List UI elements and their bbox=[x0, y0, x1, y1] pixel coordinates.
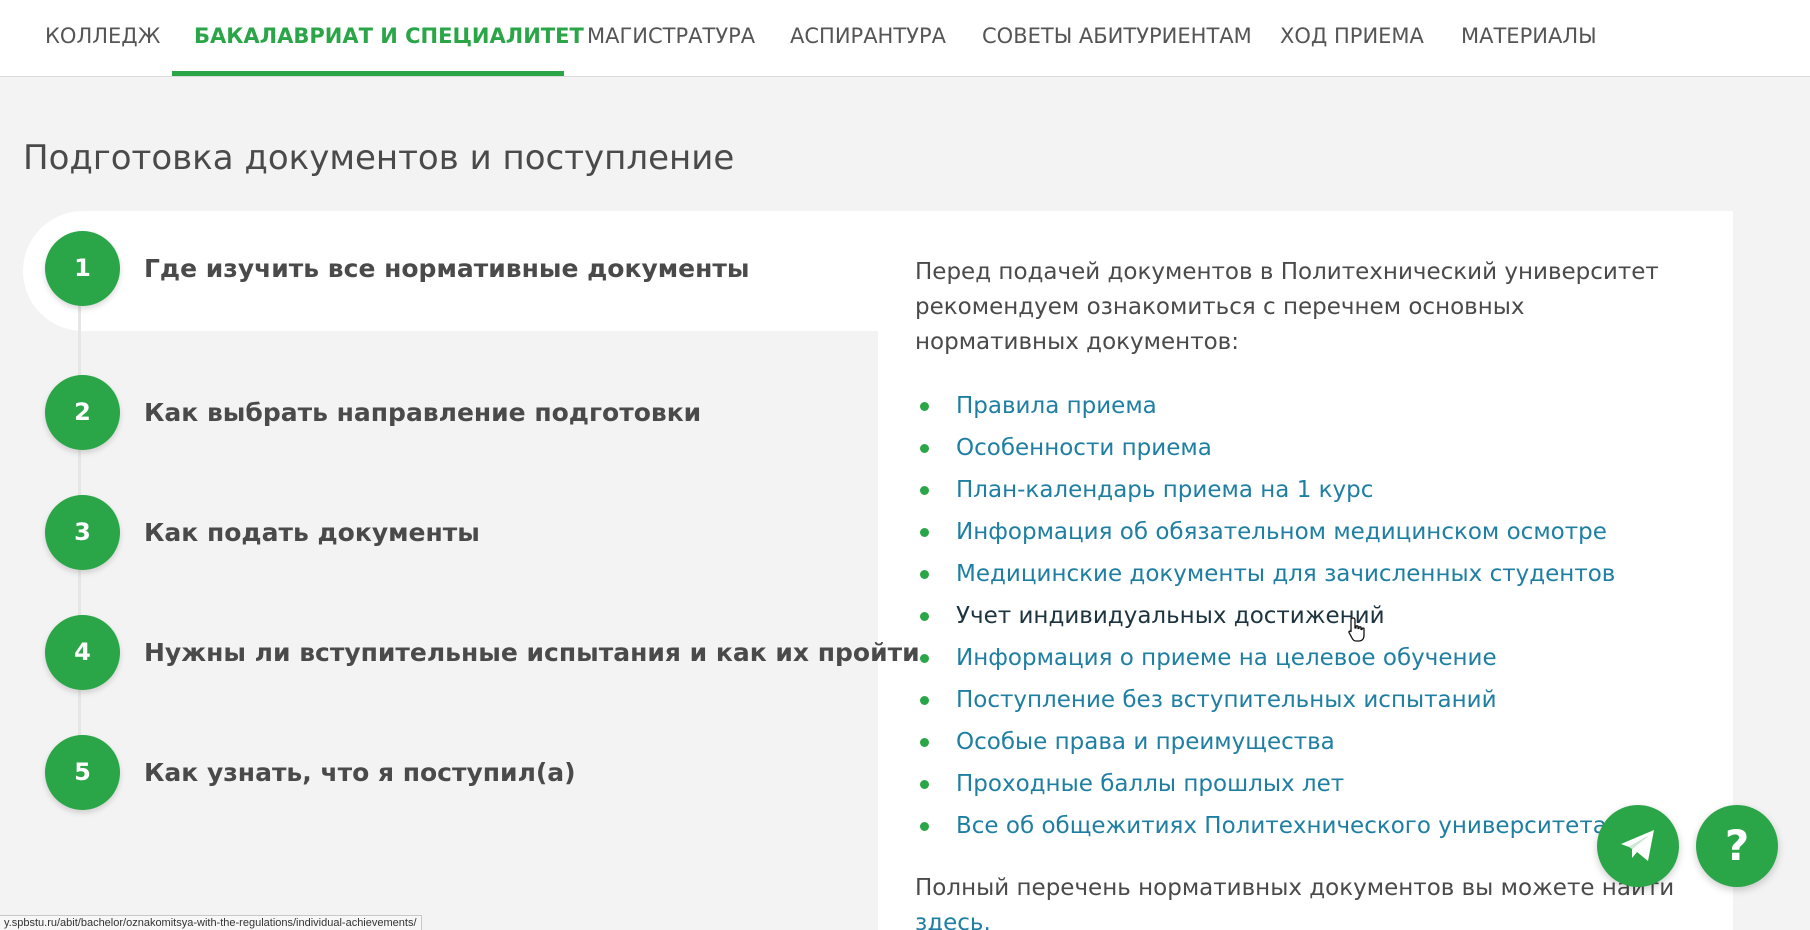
list-item: Информация о приеме на целевое обучение bbox=[918, 637, 1615, 679]
help-button[interactable]: ? bbox=[1696, 805, 1778, 887]
page-title: Подготовка документов и поступление bbox=[23, 138, 735, 178]
step-2[interactable]: 2 Как выбрать направление подготовки bbox=[45, 375, 875, 450]
bullet-icon bbox=[920, 612, 929, 621]
step-5[interactable]: 5 Как узнать, что я поступил(а) bbox=[45, 735, 875, 810]
tab-admission-progress[interactable]: ХОД ПРИЕМА bbox=[1280, 0, 1424, 77]
full-list-text: Полный перечень нормативных документов в… bbox=[915, 871, 1675, 930]
list-item: Учет индивидуальных достижений bbox=[918, 595, 1615, 637]
link-admission-calendar[interactable]: План-календарь приема на 1 курс bbox=[956, 477, 1373, 503]
telegram-button[interactable] bbox=[1597, 805, 1679, 887]
bullet-icon bbox=[920, 822, 929, 831]
step-number-badge: 5 bbox=[45, 735, 120, 810]
tab-bachelor[interactable]: БАКАЛАВРИАТ И СПЕЦИАЛИТЕТ bbox=[194, 0, 584, 77]
list-item: Поступление без вступительных испытаний bbox=[918, 679, 1615, 721]
bullet-icon bbox=[920, 570, 929, 579]
documents-list: Правила приема Особенности приема План-к… bbox=[918, 385, 1615, 847]
link-targeted-training[interactable]: Информация о приеме на целевое обучение bbox=[956, 645, 1497, 671]
step-number-badge: 4 bbox=[45, 615, 120, 690]
list-item: Правила приема bbox=[918, 385, 1615, 427]
full-list-sentence: Полный перечень нормативных документов в… bbox=[915, 875, 1675, 901]
step-label: Как подать документы bbox=[144, 518, 480, 547]
step-number-badge: 2 bbox=[45, 375, 120, 450]
tab-materials[interactable]: МАТЕРИАЛЫ bbox=[1461, 0, 1597, 77]
link-full-list[interactable]: здесь. bbox=[915, 910, 991, 930]
link-admission-rules[interactable]: Правила приема bbox=[956, 393, 1157, 419]
tab-college[interactable]: КОЛЛЕДЖ bbox=[45, 0, 160, 77]
bullet-icon bbox=[920, 654, 929, 663]
intro-text: Перед подачей документов в Политехническ… bbox=[915, 259, 1659, 355]
step-number-badge: 3 bbox=[45, 495, 120, 570]
step-4[interactable]: 4 Нужны ли вступительные испытания и как… bbox=[45, 615, 920, 690]
bullet-icon bbox=[920, 696, 929, 705]
bullet-icon bbox=[920, 738, 929, 747]
tab-master[interactable]: МАГИСТРАТУРА bbox=[587, 0, 755, 77]
telegram-icon bbox=[1621, 830, 1654, 861]
list-item: Все об общежитиях Политехнического униве… bbox=[918, 805, 1615, 847]
list-item: План-календарь приема на 1 курс bbox=[918, 469, 1615, 511]
tab-advice[interactable]: СОВЕТЫ АБИТУРИЕНТАМ bbox=[982, 0, 1252, 77]
list-item: Проходные баллы прошлых лет bbox=[918, 763, 1615, 805]
link-dormitories[interactable]: Все об общежитиях Политехнического униве… bbox=[956, 813, 1607, 839]
list-item: Информация об обязательном медицинском о… bbox=[918, 511, 1615, 553]
step-label: Как выбрать направление подготовки bbox=[144, 398, 702, 427]
link-passing-scores[interactable]: Проходные баллы прошлых лет bbox=[956, 771, 1344, 797]
link-special-rights[interactable]: Особые права и преимущества bbox=[956, 729, 1335, 755]
bullet-icon bbox=[920, 528, 929, 537]
step-1[interactable]: 1 Где изучить все нормативные документы bbox=[45, 231, 875, 306]
active-tab-indicator bbox=[172, 71, 564, 76]
link-medical-exam-info[interactable]: Информация об обязательном медицинском о… bbox=[956, 519, 1607, 545]
step-label: Нужны ли вступительные испытания и как и… bbox=[144, 638, 920, 667]
list-item: Особенности приема bbox=[918, 427, 1615, 469]
step-3[interactable]: 3 Как подать документы bbox=[45, 495, 875, 570]
status-bar-url: y.spbstu.ru/abit/bachelor/oznakomitsya-w… bbox=[0, 915, 422, 930]
link-admission-features[interactable]: Особенности приема bbox=[956, 435, 1212, 461]
list-item: Медицинские документы для зачисленных ст… bbox=[918, 553, 1615, 595]
hand-cursor-icon bbox=[1348, 617, 1365, 642]
step-label: Как узнать, что я поступил(а) bbox=[144, 758, 576, 787]
bullet-icon bbox=[920, 444, 929, 453]
link-medical-documents[interactable]: Медицинские документы для зачисленных ст… bbox=[956, 561, 1615, 587]
top-navigation: КОЛЛЕДЖ БАКАЛАВРИАТ И СПЕЦИАЛИТЕТ МАГИСТ… bbox=[0, 0, 1810, 77]
bullet-icon bbox=[920, 402, 929, 411]
bullet-icon bbox=[920, 486, 929, 495]
link-without-exams[interactable]: Поступление без вступительных испытаний bbox=[956, 687, 1497, 713]
step-label: Где изучить все нормативные документы bbox=[144, 254, 750, 283]
bullet-icon bbox=[920, 780, 929, 789]
link-individual-achievements[interactable]: Учет индивидуальных достижений bbox=[956, 603, 1385, 629]
list-item: Особые права и преимущества bbox=[918, 721, 1615, 763]
step-number-badge: 1 bbox=[45, 231, 120, 306]
tab-postgraduate[interactable]: АСПИРАНТУРА bbox=[790, 0, 946, 77]
